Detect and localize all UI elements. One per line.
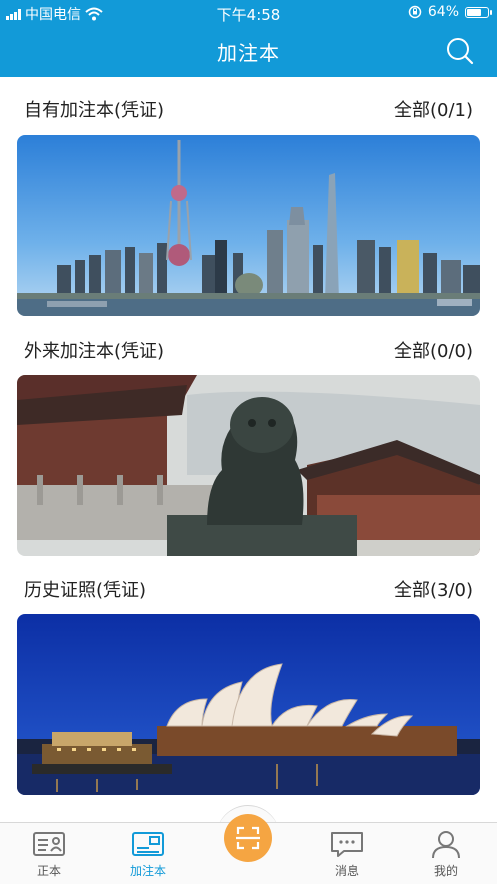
page-title: 加注本	[217, 41, 280, 65]
tab-messages[interactable]: 消息	[312, 829, 382, 879]
user-icon	[432, 831, 460, 859]
view-all-link[interactable]: 全部(0/0)	[394, 337, 473, 363]
tab-annotation-book[interactable]: 加注本	[113, 829, 183, 879]
tab-label: 加注本	[129, 864, 166, 878]
tab-label: 消息	[334, 864, 359, 878]
shanghai-skyline-image	[17, 135, 480, 316]
status-bar: 中国电信 下午4:58 64%	[0, 0, 497, 24]
view-all-link[interactable]: 全部(0/1)	[394, 96, 473, 122]
battery-icon	[465, 6, 492, 18]
view-all-link[interactable]: 全部(3/0)	[394, 576, 473, 602]
section-header-external: 外来加注本(凭证) 全部(0/0)	[24, 333, 473, 363]
nav-bar: 加注本	[0, 24, 497, 77]
section-title: 历史证照(凭证)	[24, 580, 147, 601]
card-book-icon	[132, 832, 164, 856]
external-annotation-card[interactable]	[17, 375, 480, 556]
scan-button[interactable]	[224, 814, 272, 862]
message-icon	[331, 832, 363, 857]
tab-original[interactable]: 正本	[14, 829, 84, 879]
tab-mine[interactable]: 我的	[411, 829, 481, 879]
scan-icon	[236, 826, 260, 850]
forbidden-city-lion-image	[17, 375, 480, 556]
id-card-icon	[33, 832, 65, 856]
section-title: 自有加注本(凭证)	[24, 100, 165, 121]
history-license-card[interactable]	[17, 614, 480, 795]
section-title: 外来加注本(凭证)	[24, 341, 165, 362]
section-header-own: 自有加注本(凭证) 全部(0/1)	[24, 92, 473, 122]
own-annotation-card[interactable]	[17, 135, 480, 316]
tab-label: 我的	[433, 864, 458, 878]
search-icon[interactable]	[445, 36, 475, 66]
section-header-history: 历史证照(凭证) 全部(3/0)	[24, 572, 473, 602]
tab-label: 正本	[36, 864, 61, 878]
sydney-opera-house-image	[17, 614, 480, 795]
battery-percent: 64%	[427, 4, 459, 20]
orientation-lock-icon	[408, 5, 422, 19]
